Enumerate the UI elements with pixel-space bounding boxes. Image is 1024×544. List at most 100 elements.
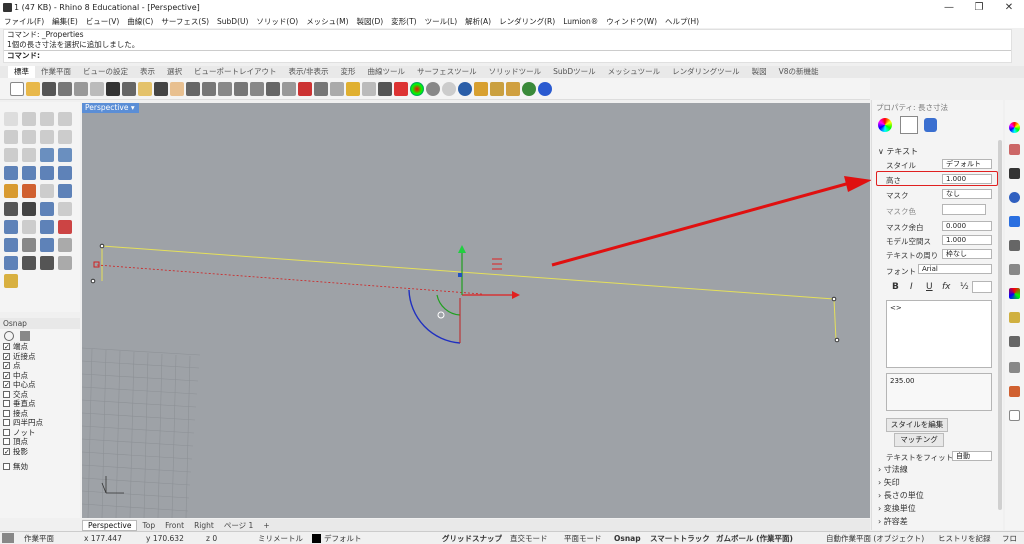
- mask-dropdown[interactable]: なし: [942, 189, 992, 199]
- auto-cplane-toggle[interactable]: 自動作業平面 (オブジェクト): [826, 532, 924, 544]
- cut-icon[interactable]: [106, 81, 120, 96]
- panel-scrollbar[interactable]: [998, 140, 1002, 510]
- check-icon[interactable]: [40, 256, 54, 270]
- curve-icon[interactable]: [58, 112, 72, 126]
- tab-right[interactable]: Right: [189, 521, 219, 530]
- copy-icon[interactable]: [90, 81, 104, 96]
- osnap-item[interactable]: 頂点: [0, 437, 80, 447]
- arc-icon[interactable]: [40, 130, 54, 144]
- checkbox[interactable]: [3, 428, 10, 436]
- zoom-selected-icon[interactable]: [250, 81, 264, 96]
- osnap-item[interactable]: 垂直点: [0, 399, 80, 409]
- join-icon[interactable]: [40, 184, 54, 198]
- fillet-icon[interactable]: [22, 148, 36, 162]
- smarttrack-toggle[interactable]: スマートトラック: [650, 532, 710, 544]
- ortho-toggle[interactable]: 直交モード: [510, 532, 548, 544]
- dimension-line[interactable]: [101, 245, 835, 300]
- grip-point[interactable]: [99, 243, 105, 249]
- layer-icon[interactable]: [394, 81, 408, 96]
- zoom-extents-icon[interactable]: [234, 81, 248, 96]
- osnap-item[interactable]: 交点: [0, 390, 80, 400]
- osnap-item[interactable]: ノット: [0, 428, 80, 438]
- osnap-item[interactable]: ✓ 中心点: [0, 380, 80, 390]
- osnap-toggle[interactable]: Osnap: [614, 532, 641, 544]
- height-field[interactable]: 1.000: [942, 174, 992, 184]
- osnap-item[interactable]: 接点: [0, 409, 80, 419]
- light-bulb-icon[interactable]: [346, 81, 360, 96]
- menu-edit[interactable]: 編集(E): [52, 16, 78, 27]
- close-button[interactable]: ✕: [994, 0, 1024, 15]
- loft-icon[interactable]: [58, 148, 72, 162]
- osnap-item[interactable]: ✓ 近接点: [0, 352, 80, 362]
- grip-point[interactable]: [90, 278, 96, 284]
- menu-transform[interactable]: 変形(T): [391, 16, 416, 27]
- ellipse-icon[interactable]: [22, 130, 36, 144]
- paste-icon[interactable]: [122, 81, 136, 96]
- gumball-toggle[interactable]: ガムボール (作業平面): [716, 532, 793, 544]
- subd-icon[interactable]: [4, 256, 18, 270]
- model-space-scale-field[interactable]: 1.000: [942, 235, 992, 245]
- checkbox[interactable]: ✓: [3, 371, 10, 379]
- select-arrow-icon[interactable]: [4, 112, 18, 126]
- rotate-view-icon[interactable]: [186, 81, 200, 96]
- help-icon[interactable]: [538, 81, 552, 96]
- render-sphere-icon[interactable]: [442, 81, 456, 96]
- menu-lumion[interactable]: Lumion®: [563, 17, 598, 26]
- menu-analyze[interactable]: 解析(A): [465, 16, 491, 27]
- grip-point[interactable]: [93, 261, 100, 268]
- print-icon[interactable]: [58, 81, 72, 96]
- gumball-widget[interactable]: [408, 245, 520, 344]
- osnap-item[interactable]: ✓ 中点: [0, 371, 80, 381]
- color-wheel-icon[interactable]: [410, 81, 424, 96]
- clipboard-icon[interactable]: [138, 81, 152, 96]
- menu-dimension[interactable]: 製図(D): [357, 16, 384, 27]
- named-views-tab-icon[interactable]: [1009, 336, 1020, 347]
- section-alt-units[interactable]: › 変換単位: [878, 503, 916, 514]
- material-sphere-icon[interactable]: [458, 81, 472, 96]
- osnap-item[interactable]: ✓ 投影: [0, 447, 80, 457]
- polygon-icon[interactable]: [4, 148, 18, 162]
- tab-set-view[interactable]: ビューの設定: [77, 66, 134, 78]
- help-tab-icon[interactable]: [1009, 312, 1020, 323]
- render-icon[interactable]: [58, 256, 72, 270]
- minimize-button[interactable]: —: [934, 0, 964, 15]
- arrow-icon[interactable]: [314, 81, 328, 96]
- rotate-icon[interactable]: [58, 202, 72, 216]
- status-layer[interactable]: デフォルト: [324, 532, 362, 544]
- mask-color-swatch[interactable]: [942, 204, 986, 215]
- fit-text-dropdown[interactable]: 自動: [952, 451, 992, 461]
- underline-button[interactable]: U: [926, 282, 933, 292]
- libraries-tab-icon[interactable]: [1009, 264, 1020, 275]
- blocks-tab-icon[interactable]: [1009, 362, 1020, 373]
- globe-icon[interactable]: [522, 81, 536, 96]
- zoom-icon[interactable]: [202, 81, 216, 96]
- analyze-icon[interactable]: [22, 256, 36, 270]
- tab-drafting[interactable]: 製図: [746, 66, 773, 78]
- italic-button[interactable]: I: [910, 282, 913, 292]
- point-icon[interactable]: [22, 112, 36, 126]
- section-tolerance[interactable]: › 許容差: [878, 516, 908, 527]
- menu-file[interactable]: ファイル(F): [4, 16, 44, 27]
- tab-mesh-tools[interactable]: メッシュツール: [602, 66, 667, 78]
- add-page-button[interactable]: +: [258, 521, 274, 530]
- target-icon[interactable]: [330, 81, 344, 96]
- polyline-icon[interactable]: [40, 112, 54, 126]
- menu-window[interactable]: ウィンドウ(W): [606, 16, 657, 27]
- boolean-icon[interactable]: [4, 184, 18, 198]
- viewport-title[interactable]: Perspective ▾: [82, 103, 139, 113]
- tab-transform[interactable]: 変形: [335, 66, 362, 78]
- function-button[interactable]: fx: [942, 282, 951, 292]
- mesh-icon[interactable]: [58, 184, 72, 198]
- style-dropdown[interactable]: デフォルト: [942, 159, 992, 169]
- lock-icon[interactable]: [378, 81, 392, 96]
- menu-curve[interactable]: 曲線(C): [127, 16, 153, 27]
- history-icon[interactable]: [58, 238, 72, 252]
- save-icon[interactable]: [42, 81, 56, 96]
- object-properties-icon[interactable]: [924, 118, 937, 132]
- checkbox[interactable]: [3, 419, 10, 427]
- tab-standard[interactable]: 標準: [8, 66, 35, 78]
- checkbox[interactable]: ✓: [3, 362, 10, 370]
- checkbox[interactable]: ✓: [3, 381, 10, 389]
- grid-snap-toggle[interactable]: グリッドスナップ: [442, 532, 502, 544]
- tab-top[interactable]: Top: [137, 521, 160, 530]
